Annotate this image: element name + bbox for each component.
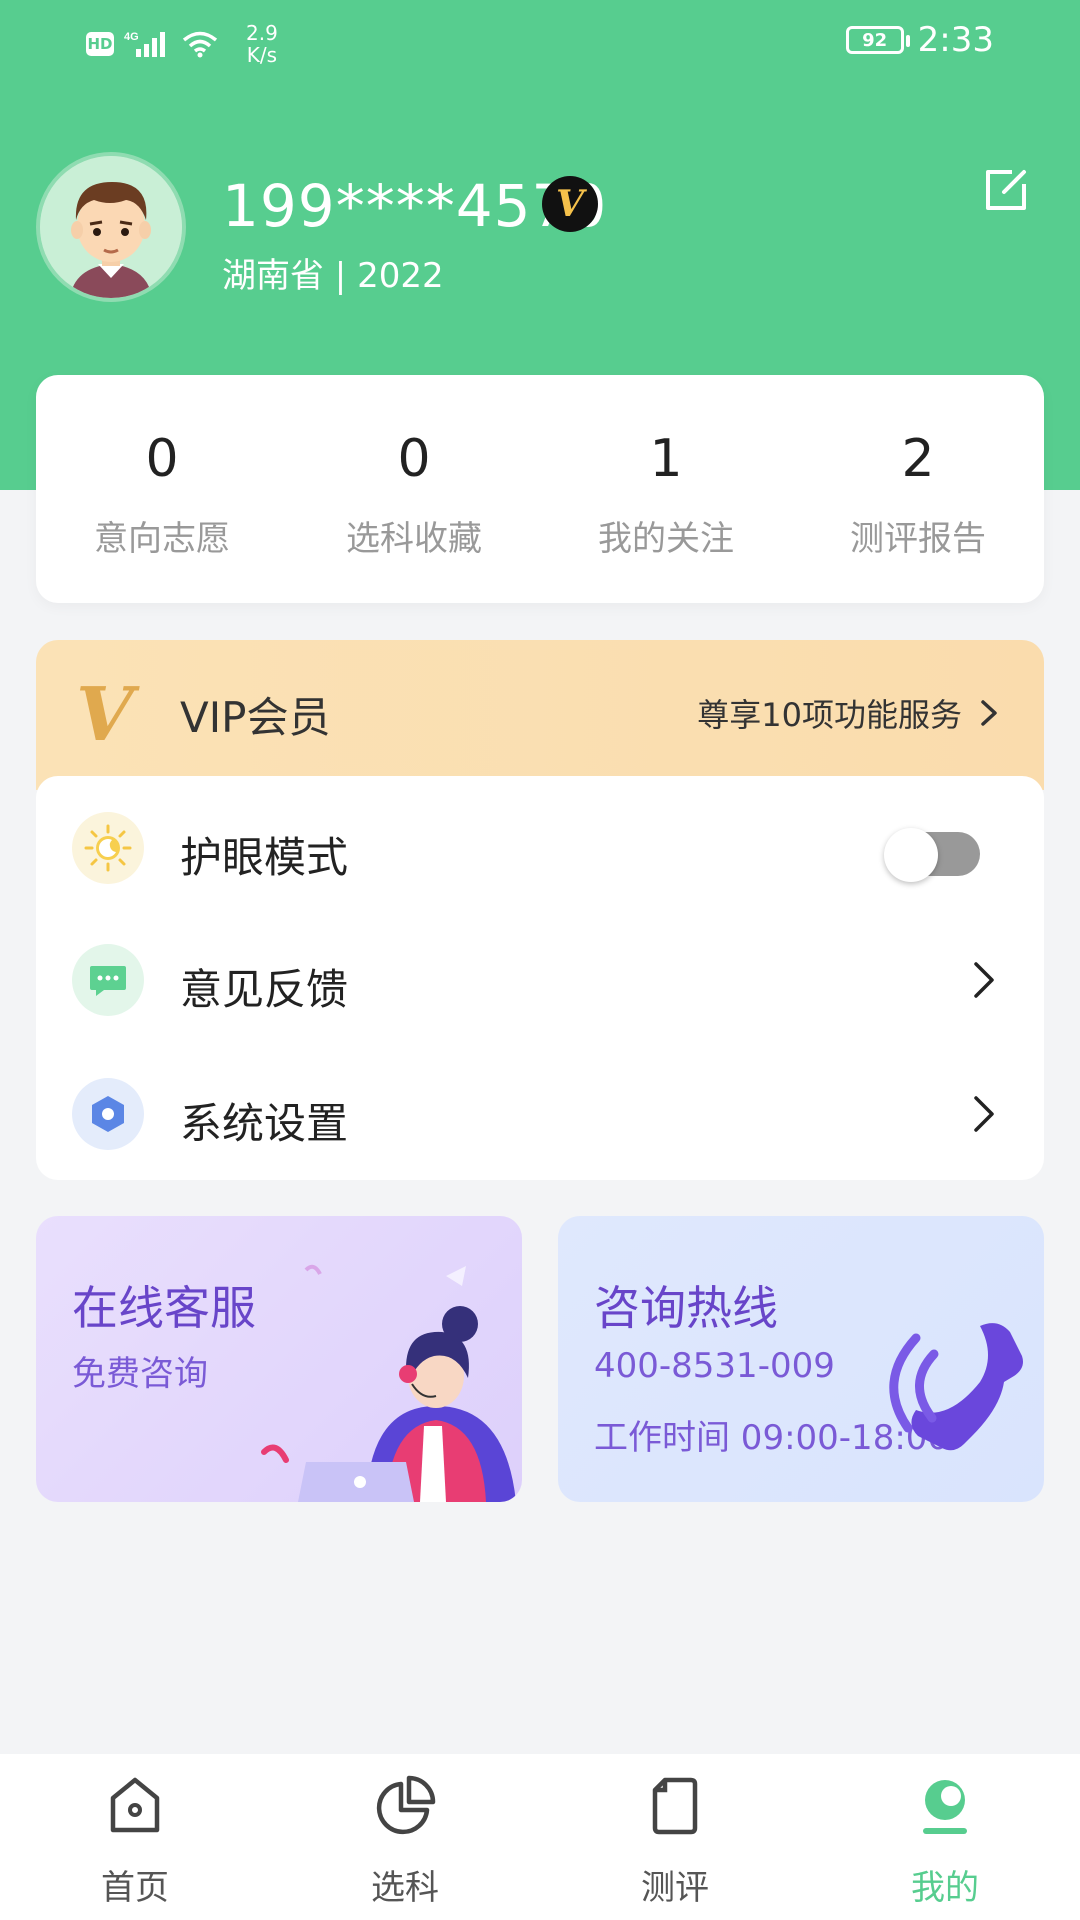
menu-item-feedback[interactable]: 意见反馈 [36,920,1044,1040]
menu-label: 系统设置 [180,1099,349,1148]
stat-label: 意向志愿 [94,519,230,559]
hotline-card[interactable]: 咨询热线 400-8531-009 工作时间 09:00-18:00 [558,1216,1044,1502]
bottom-nav: 首页 选科 测评 我的 [0,1754,1080,1920]
pie-chart-icon [376,1775,436,1835]
nav-subject-selection[interactable]: 选科 [270,1754,540,1920]
nav-label: 选科 [371,1868,439,1908]
settings-menu: 护眼模式 意见反馈 系统设置 [36,776,1044,1180]
online-service-title: 在线客服 [72,1281,256,1335]
menu-label: 护眼模式 [180,833,349,882]
status-bar: HD 4G 2.9 K/s 92 2:33 [0,0,1080,86]
stat-my-follows[interactable]: 1 我的关注 [540,375,792,603]
eye-mode-toggle[interactable] [884,828,980,882]
menu-label: 意见反馈 [180,965,349,1014]
user-region-year: 湖南省 | 2022 [222,256,444,296]
wifi-icon [182,31,218,58]
hotline-phone[interactable]: 400-8531-009 [594,1346,835,1386]
menu-item-system-settings[interactable]: 系统设置 [36,1054,1044,1174]
stat-label: 测评报告 [850,519,986,559]
vip-desc: 尊享10项功能服务 [697,696,962,734]
nav-assessment[interactable]: 测评 [540,1754,810,1920]
stat-value: 1 [649,429,683,489]
online-service-sub: 免费咨询 [72,1354,208,1394]
nav-label: 首页 [101,1868,169,1908]
sun-moon-icon [72,812,144,884]
avatar-image [40,156,182,298]
stat-intended-volunteer[interactable]: 0 意向志愿 [36,375,288,603]
vip-badge-icon: V [542,176,598,232]
nav-label: 测评 [641,1868,709,1908]
vip-logo-icon: V [76,672,134,758]
stat-assessment-reports[interactable]: 2 测评报告 [792,375,1044,603]
online-service-card[interactable]: 在线客服 免费咨询 [36,1216,522,1502]
status-left: HD 4G 2.9 K/s [86,22,278,66]
battery-level: 92 [862,29,888,51]
home-icon [110,1777,160,1833]
speed-value: 2.9 [246,21,278,45]
chevron-right-icon [974,1096,994,1132]
nav-home[interactable]: 首页 [0,1754,270,1920]
hotline-title: 咨询热线 [594,1281,778,1335]
avatar[interactable] [36,152,186,302]
profile-icon [923,1780,967,1834]
nav-label: 我的 [911,1868,979,1908]
chevron-right-icon [974,962,994,998]
stats-card: 0 意向志愿 0 选科收藏 1 我的关注 2 测评报告 [36,375,1044,603]
vip-desc-link[interactable]: 尊享10项功能服务 [697,690,1000,736]
toggle-knob [884,828,938,882]
vip-title: VIP会员 [180,693,331,742]
network-type: 4G [124,31,139,43]
phone-icon [889,1323,1023,1451]
speed-unit: K/s [246,43,278,67]
nav-mine[interactable]: 我的 [810,1754,1080,1920]
chevron-right-icon [981,700,997,726]
stat-label: 我的关注 [598,519,734,559]
stat-label: 选科收藏 [346,519,482,559]
status-right: 92 2:33 [845,20,994,60]
stat-value: 0 [145,429,179,489]
network-speed: 2.9 K/s [246,22,278,66]
stat-value: 0 [397,429,431,489]
clock: 2:33 [917,20,994,60]
edit-profile-icon[interactable] [982,166,1030,214]
document-icon [652,1777,698,1835]
customer-service-illustration [261,1264,516,1502]
battery-icon: 92 [845,26,910,54]
stat-value: 2 [901,429,935,489]
signal-icon: 4G [124,31,165,57]
menu-item-eye-mode: 护眼模式 [36,788,1044,908]
profile-page: HD 4G 2.9 K/s 92 2:33 199****4570 V 湖南省 … [0,0,1080,1920]
vip-banner[interactable]: V VIP会员 尊享10项功能服务 [36,640,1044,790]
hd-icon: HD [86,32,114,56]
settings-hexagon-icon [72,1078,144,1150]
chat-bubble-icon [72,944,144,1016]
stat-subject-favorites[interactable]: 0 选科收藏 [288,375,540,603]
